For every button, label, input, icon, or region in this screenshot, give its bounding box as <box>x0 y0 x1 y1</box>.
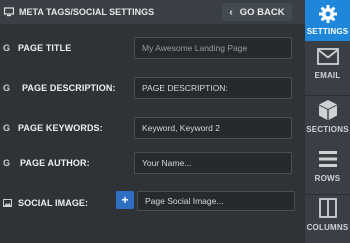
page-description-label: PAGE DESCRIPTION: <box>22 83 116 93</box>
sidebar-item-email[interactable]: EMAIL <box>305 48 350 92</box>
page-author-row: G PAGE AUTHOR: Your Name... <box>0 149 305 177</box>
page-author-input[interactable]: Your Name... <box>134 152 292 174</box>
sidebar-item-rows[interactable]: ROWS <box>305 150 350 192</box>
sidebar-label-settings: SETTINGS <box>306 27 349 36</box>
go-back-label: GO BACK <box>239 6 285 18</box>
gear-icon <box>318 5 337 23</box>
meta-settings-panel: META TAGS/SOCIAL SETTINGS ‹ GO BACK G PA… <box>0 0 305 243</box>
page-description-row: G PAGE DESCRIPTION: PAGE DESCRIPTION: <box>0 74 305 102</box>
right-sidebar: SETTINGS EMAIL SECTIONS ROWS COLUMNS <box>305 0 350 243</box>
sidebar-item-columns[interactable]: COLUMNS <box>305 198 350 243</box>
envelope-icon <box>316 48 339 65</box>
go-back-button[interactable]: ‹ GO BACK <box>222 3 292 21</box>
google-icon: G <box>3 43 11 53</box>
sidebar-label-columns: COLUMNS <box>306 223 349 232</box>
page-description-input[interactable]: PAGE DESCRIPTION: <box>134 77 292 99</box>
page-title-label: PAGE TITLE <box>18 43 72 53</box>
monitor-icon <box>4 7 14 17</box>
image-icon <box>3 189 12 217</box>
google-icon: G <box>3 123 11 133</box>
page-title-row: G PAGE TITLE My Awesome Landing Page <box>0 34 305 62</box>
google-icon: G <box>3 83 11 93</box>
sidebar-item-sections[interactable]: SECTIONS <box>305 99 350 143</box>
social-image-row: SOCIAL IMAGE: + Page Social Image... <box>0 189 305 217</box>
social-image-input[interactable]: Page Social Image... <box>137 191 295 211</box>
sidebar-divider <box>305 194 350 195</box>
sidebar-item-settings[interactable]: SETTINGS <box>305 0 350 41</box>
panel-header: META TAGS/SOCIAL SETTINGS ‹ GO BACK <box>0 0 305 24</box>
page-keywords-row: G PAGE KEYWORDS: Keyword, Keyword 2 <box>0 114 305 142</box>
sidebar-label-rows: ROWS <box>314 174 341 183</box>
sidebar-divider <box>305 95 350 96</box>
google-icon: G <box>3 158 11 168</box>
panel-title: META TAGS/SOCIAL SETTINGS <box>4 0 154 24</box>
chevron-left-icon: ‹ <box>229 6 233 18</box>
cube-icon <box>318 100 337 120</box>
page-title-input[interactable]: My Awesome Landing Page <box>134 37 292 59</box>
add-social-image-button[interactable]: + <box>116 191 134 209</box>
columns-icon <box>318 198 337 218</box>
social-image-label: SOCIAL IMAGE: <box>18 198 89 208</box>
page-keywords-input[interactable]: Keyword, Keyword 2 <box>134 117 292 139</box>
panel-title-text: META TAGS/SOCIAL SETTINGS <box>19 7 155 17</box>
sidebar-label-email: EMAIL <box>314 71 341 80</box>
page-keywords-label: PAGE KEYWORDS: <box>18 123 103 133</box>
page-author-label: PAGE AUTHOR: <box>20 158 90 168</box>
rows-icon <box>318 151 337 167</box>
sidebar-label-sections: SECTIONS <box>306 125 349 134</box>
